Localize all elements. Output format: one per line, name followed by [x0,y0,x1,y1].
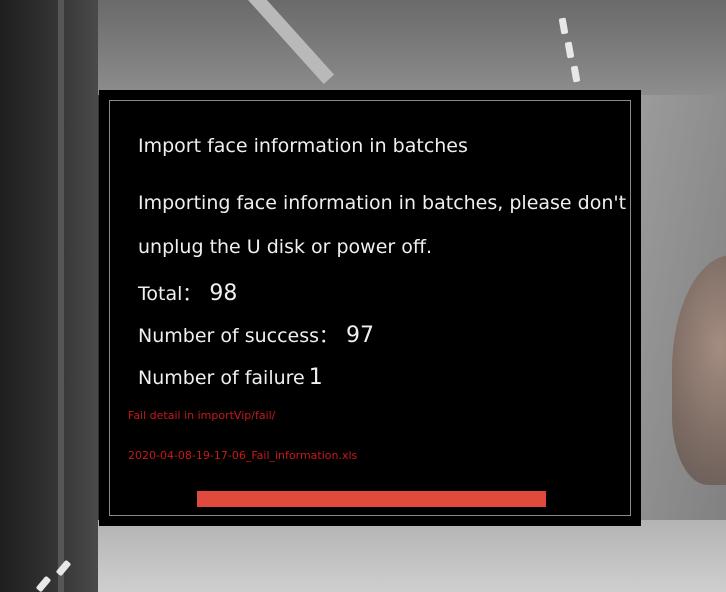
total-value: 98 [209,281,238,306]
dialog-title: Import face information in batches [138,135,468,157]
background-ceiling [98,0,726,95]
dialog-frame: Import face information in batches Impor… [109,100,631,516]
fail-detail-line: 2020-04-08-19-17-06_Fail_information.xls [128,449,358,462]
background-floor [98,520,726,592]
fail-detail-line: Fail detail in importVip/fail/ [128,409,276,422]
total-label: Total： [138,283,202,305]
success-label: Number of success： [138,325,339,347]
dialog-message: Importing face information in batches, p… [138,192,627,258]
failure-label: Number of failure [138,367,305,389]
background-door-panel [0,0,98,592]
import-progress-fill [197,491,546,507]
success-value: 97 [346,323,375,348]
fail-detail-path: Fail detail in importVip/fail/ 2020-04-0… [128,396,628,476]
failure-value: 1 [308,365,323,390]
failure-row: Number of failure 1 [138,365,323,390]
import-dialog: Import face information in batches Impor… [99,90,641,526]
success-row: Number of success： 97 [138,321,374,348]
background-door-edge [58,0,64,592]
background-person [672,255,726,485]
total-row: Total： 98 [138,279,237,306]
import-progress-bar [197,491,546,507]
